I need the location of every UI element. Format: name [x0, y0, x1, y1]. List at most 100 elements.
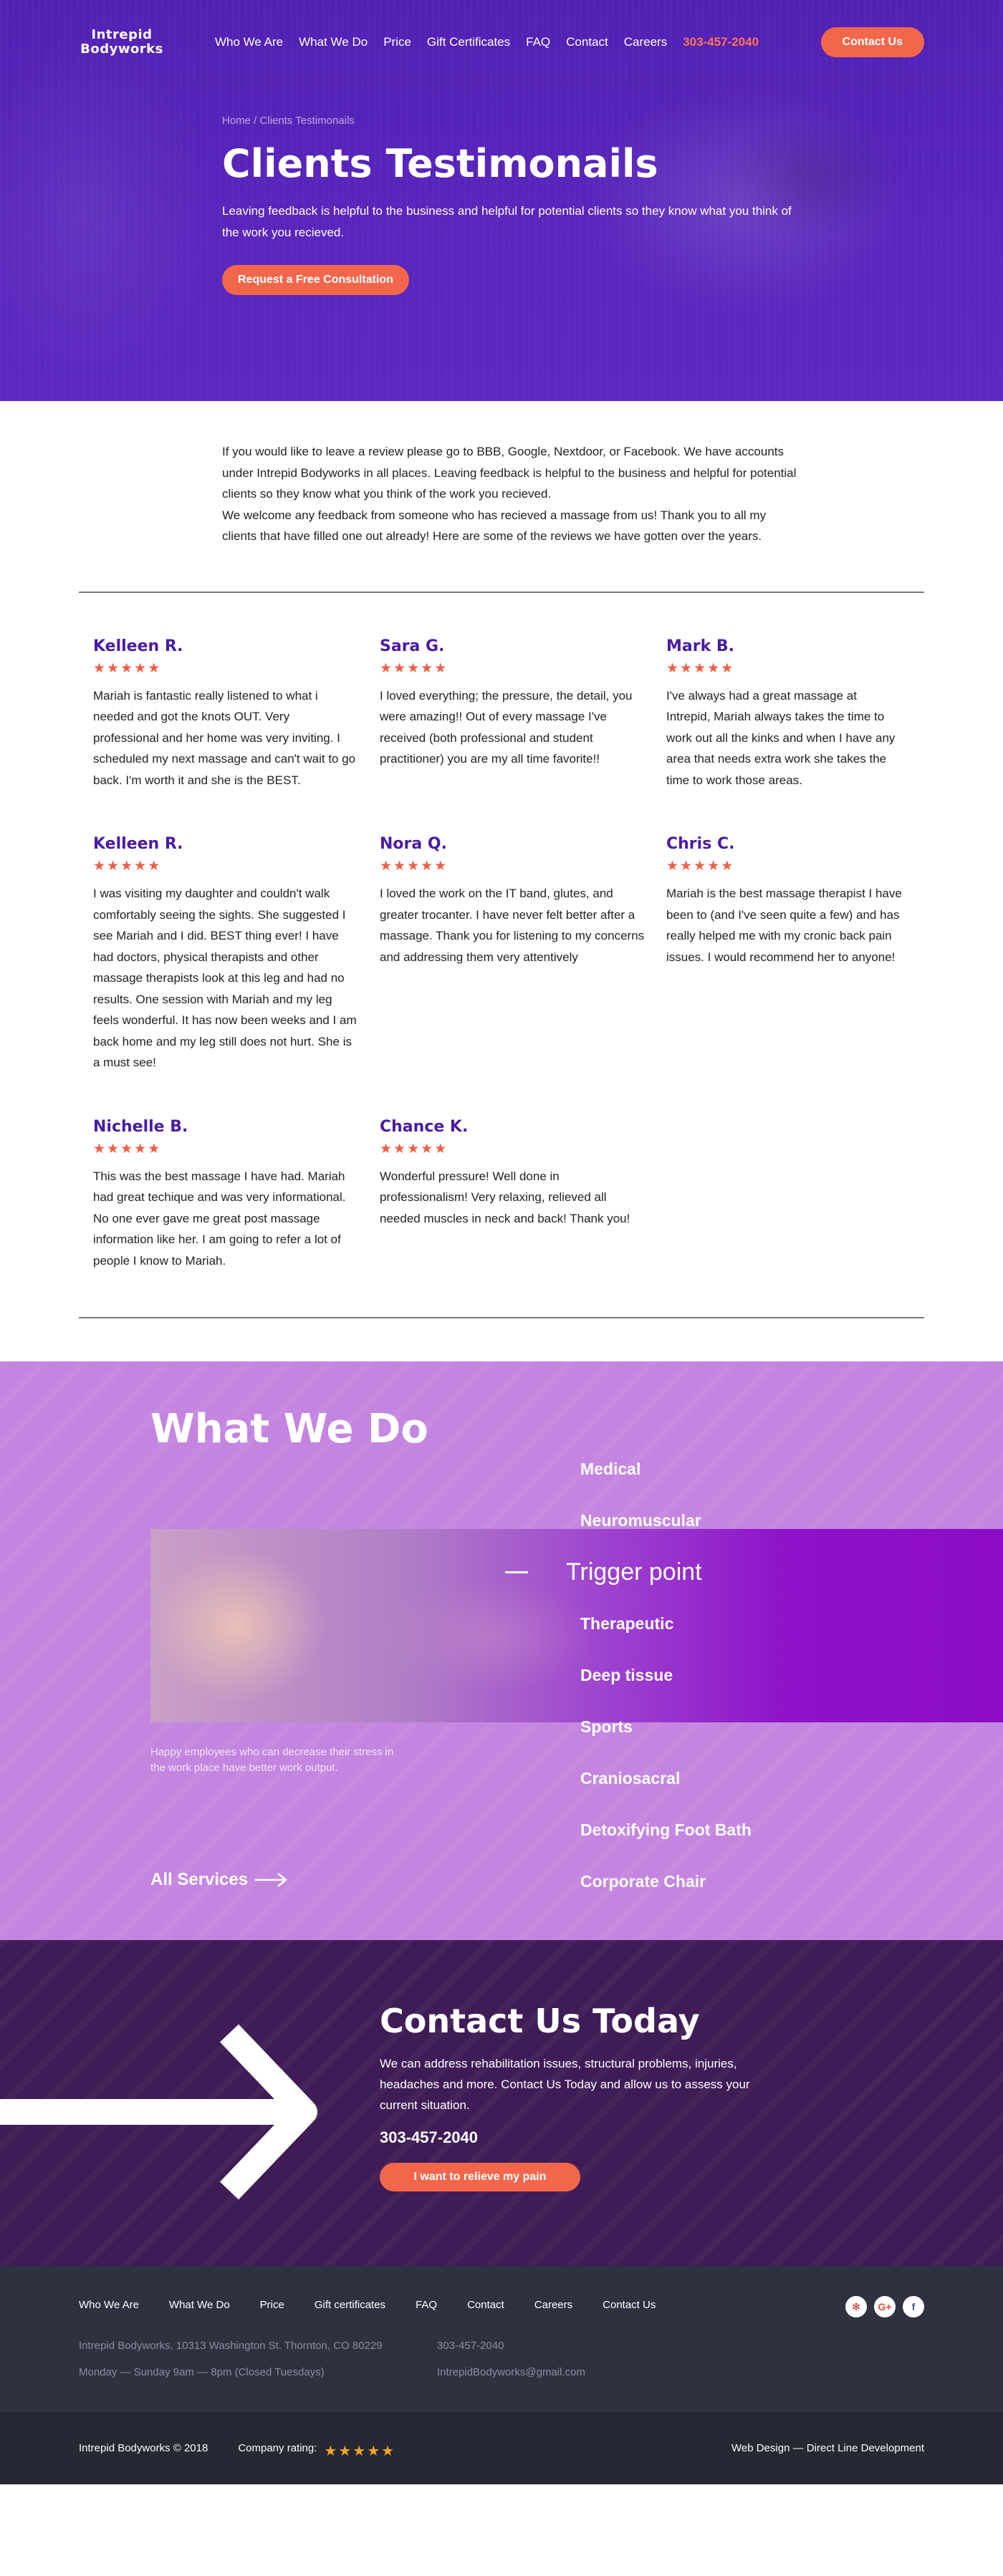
service-item[interactable]: Craniosacral — [580, 1764, 752, 1815]
reviewer-name: Kelleen R. — [93, 637, 183, 655]
footer-email[interactable]: IntrepidBodyworks@gmail.com — [437, 2366, 652, 2378]
arrow-right-icon — [255, 1873, 288, 1887]
star-rating: ★ ★ ★ ★ ★ — [93, 661, 358, 677]
reviewer-name: Chris C. — [666, 835, 735, 853]
star-icon: ★ — [380, 1141, 393, 1157]
star-icon: ★ — [107, 660, 120, 676]
active-indicator — [505, 1571, 528, 1573]
nav-faq[interactable]: FAQ — [526, 35, 550, 49]
nav-who-we-are[interactable]: Who We Are — [215, 35, 283, 49]
review-text: Mariah is fantastic really listened to w… — [93, 688, 356, 787]
footer-nav-link[interactable]: Contact — [467, 2299, 504, 2311]
star-icon: ★ — [707, 660, 720, 676]
main-navbar: Intrepid Bodyworks Who We Are What We Do… — [0, 0, 1003, 85]
contact-content: Contact Us Today We can address rehabili… — [380, 2002, 781, 2191]
breadcrumb: Home / Clients Testimonails — [222, 115, 824, 127]
star-icon: ★ — [393, 859, 406, 874]
service-item[interactable]: Deep tissue — [580, 1661, 752, 1712]
star-icon: ★ — [680, 859, 693, 874]
contact-text: We can address rehabilitation issues, st… — [380, 2057, 750, 2112]
breadcrumb-home[interactable]: Home — [222, 115, 251, 127]
star-icon: ★ — [721, 859, 734, 874]
review-card: Nora Q. ★ ★ ★ ★ ★ I loved the work on the IT b… — [380, 835, 666, 1074]
star-icon: ★ — [134, 859, 147, 874]
nav-phone[interactable]: 303-457-2040 — [683, 35, 759, 49]
star-icon: ★ — [666, 859, 679, 874]
star-rating: ★ ★ ★ ★ ★ — [666, 859, 903, 874]
star-icon: ★ — [380, 859, 393, 874]
footer-nav-link[interactable]: Gift certificates — [315, 2299, 385, 2311]
star-rating: ★ ★ ★ ★ ★ — [380, 859, 645, 874]
request-consultation-button[interactable]: Request a Free Consultation — [222, 265, 409, 295]
nav-gift-certificates[interactable]: Gift Certificates — [427, 35, 510, 49]
review-text: Mariah is the best massage therapist I h… — [666, 887, 902, 964]
star-icon: ★ — [134, 660, 147, 676]
star-icon: ★ — [324, 2443, 337, 2459]
review-card: Sara G. ★ ★ ★ ★ ★ I loved everything; the pres… — [380, 637, 666, 791]
star-icon: ★ — [93, 859, 106, 874]
service-item[interactable]: Trigger point — [505, 1558, 737, 1609]
star-icon: ★ — [407, 859, 420, 874]
arrow-right-icon — [0, 2024, 317, 2200]
service-item[interactable]: Sports — [580, 1712, 752, 1764]
service-item[interactable]: Medical — [580, 1455, 752, 1506]
footer-nav-link[interactable]: Careers — [534, 2299, 572, 2311]
nav-contact[interactable]: Contact — [566, 35, 608, 49]
footer-nav-link[interactable]: Who We Are — [79, 2299, 139, 2311]
yelp-icon[interactable]: ✻ — [845, 2296, 867, 2317]
section-title: What We Do — [150, 1406, 428, 1452]
star-rating: ★ ★ ★ ★ ★ — [666, 661, 903, 677]
reviewer-name: Nichelle B. — [93, 1117, 188, 1136]
star-rating: ★ ★ ★ ★ ★ — [380, 1142, 645, 1157]
nav-careers[interactable]: Careers — [624, 35, 667, 49]
star-icon: ★ — [694, 660, 706, 676]
logo[interactable]: Intrepid Bodyworks — [79, 28, 165, 57]
reviews-grid: Kelleen R. ★ ★ ★ ★ ★ Mariah is fantastic reall… — [0, 593, 1003, 1293]
star-icon: ★ — [666, 660, 679, 676]
star-icon: ★ — [338, 2443, 352, 2459]
contact-title: Contact Us Today — [380, 2002, 700, 2040]
photo-caption: Happy employees who can decrease their s… — [150, 1746, 394, 1774]
facebook-icon[interactable]: f — [903, 2296, 924, 2317]
reviewer-name: Nora Q. — [380, 835, 447, 853]
service-label: Trigger point — [566, 1558, 702, 1586]
logo-line-1: Intrepid — [91, 27, 153, 42]
all-services-link[interactable]: All Services — [150, 1870, 288, 1890]
contact-phone[interactable]: 303-457-2040 — [380, 2128, 781, 2147]
star-rating: ★ ★ ★ ★ ★ — [380, 661, 645, 677]
footer-nav-link[interactable]: Price — [260, 2299, 284, 2311]
divider — [79, 1317, 924, 1318]
service-label: Craniosacral — [580, 1769, 681, 1788]
page-title: Clients Testimonails — [222, 141, 658, 186]
footer-nav-link[interactable]: What We Do — [169, 2299, 230, 2311]
logo-line-2: Bodyworks — [80, 42, 163, 57]
relieve-pain-button[interactable]: I want to relieve my pain — [380, 2163, 580, 2191]
star-icon: ★ — [721, 660, 734, 676]
contact-us-button[interactable]: Contact Us — [820, 27, 924, 57]
nav-price[interactable]: Price — [383, 35, 411, 49]
service-item[interactable]: Detoxifying Foot Bath — [580, 1815, 752, 1867]
google-plus-icon[interactable]: G+ — [874, 2296, 896, 2317]
star-icon: ★ — [93, 660, 106, 676]
rating-label: Company rating: — [238, 2442, 317, 2454]
reviewer-name: Mark B. — [666, 637, 735, 655]
service-label: Corporate Chair — [580, 1872, 706, 1891]
review-text: I was visiting my daughter and couldn't … — [93, 887, 357, 1069]
star-icon: ★ — [380, 660, 393, 676]
review-card: Chance K. ★ ★ ★ ★ ★ Wonderful pressure! Well d… — [380, 1118, 666, 1272]
footer-phone[interactable]: 303-457-2040 — [437, 2340, 652, 2352]
reviewer-name: Sara G. — [380, 637, 445, 655]
web-design-credit[interactable]: Web Design — Direct Line Development — [731, 2442, 924, 2454]
footer-nav-link[interactable]: FAQ — [416, 2299, 437, 2311]
service-item[interactable]: Neuromuscular — [580, 1506, 752, 1558]
star-icon: ★ — [120, 1141, 133, 1157]
hero-content: Home / Clients Testimonails Clients Test… — [0, 85, 824, 295]
review-card: Mark B. ★ ★ ★ ★ ★ I've always had a great mass… — [666, 637, 924, 791]
nav-what-we-do[interactable]: What We Do — [299, 35, 368, 49]
footer-nav-link[interactable]: Contact Us — [603, 2299, 656, 2311]
star-icon: ★ — [93, 1141, 106, 1157]
service-item[interactable]: Therapeutic — [580, 1609, 752, 1661]
service-item[interactable]: Corporate Chair — [580, 1867, 752, 1919]
star-icon: ★ — [421, 1141, 433, 1157]
service-label: Neuromuscular — [580, 1511, 701, 1530]
